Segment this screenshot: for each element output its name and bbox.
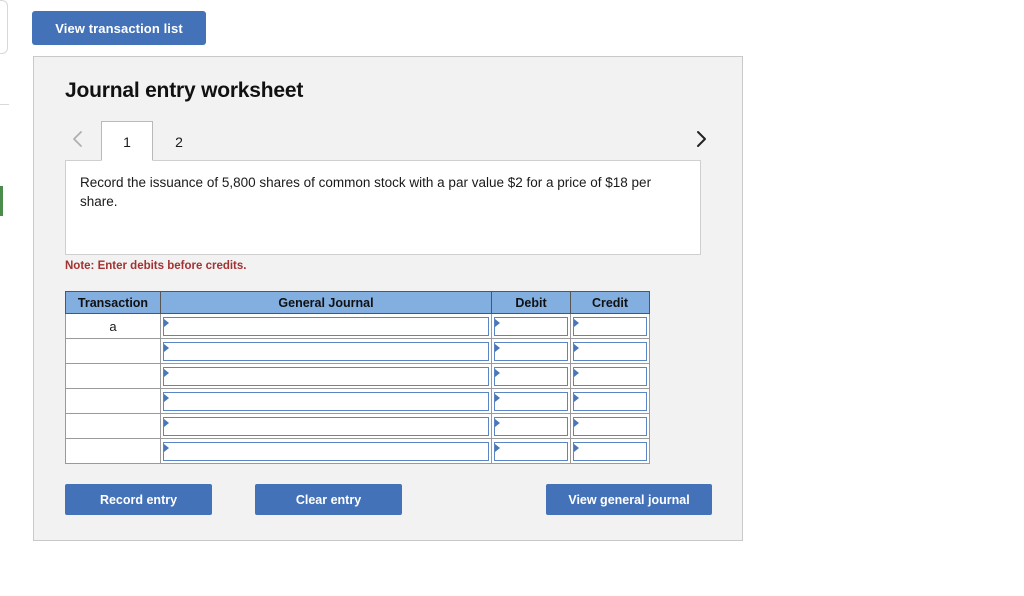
table-row <box>65 388 650 414</box>
tab-1[interactable]: 1 <box>101 121 153 161</box>
transaction-label-cell <box>65 363 161 389</box>
column-header-credit: Credit <box>570 291 650 314</box>
column-header-debit: Debit <box>491 291 571 314</box>
chevron-right-icon <box>696 131 706 147</box>
journal-table-body: a <box>65 313 650 464</box>
debit-input[interactable] <box>494 366 568 386</box>
table-row <box>65 338 650 364</box>
credit-cell <box>570 413 650 439</box>
debit-cell <box>491 338 571 364</box>
table-row <box>65 413 650 439</box>
column-header-transaction: Transaction <box>65 291 161 314</box>
clipped-card-sliver <box>0 0 8 54</box>
worksheet-tab-strip: 1 2 <box>65 119 713 161</box>
credit-cell <box>570 388 650 414</box>
table-row <box>65 438 650 464</box>
transaction-prompt-box: Record the issuance of 5,800 shares of c… <box>65 160 701 255</box>
debit-cell <box>491 363 571 389</box>
record-entry-button[interactable]: Record entry <box>65 484 212 515</box>
transaction-label-cell <box>65 438 161 464</box>
transaction-label-cell: a <box>65 313 161 339</box>
general-journal-cell <box>160 438 492 464</box>
debit-cell <box>491 313 571 339</box>
account-select[interactable] <box>163 416 489 436</box>
credit-input[interactable] <box>573 366 647 386</box>
account-select[interactable] <box>163 316 489 336</box>
debit-cell <box>491 388 571 414</box>
view-transaction-list-button[interactable]: View transaction list <box>32 11 206 45</box>
credit-cell <box>570 338 650 364</box>
debit-input[interactable] <box>494 316 568 336</box>
credit-cell <box>570 363 650 389</box>
table-header-row: Transaction General Journal Debit Credit <box>65 291 650 314</box>
clipped-divider <box>0 104 9 105</box>
general-journal-cell <box>160 388 492 414</box>
credit-input[interactable] <box>573 391 647 411</box>
account-select[interactable] <box>163 391 489 411</box>
clear-entry-button[interactable]: Clear entry <box>255 484 402 515</box>
column-header-general-journal: General Journal <box>160 291 492 314</box>
chevron-left-icon <box>72 131 82 147</box>
debit-input[interactable] <box>494 341 568 361</box>
table-row <box>65 363 650 389</box>
transaction-label-cell <box>65 388 161 414</box>
transaction-prompt-text: Record the issuance of 5,800 shares of c… <box>80 175 652 209</box>
previous-entry-button[interactable] <box>65 122 89 156</box>
debit-input[interactable] <box>494 441 568 461</box>
general-journal-cell <box>160 338 492 364</box>
credit-cell <box>570 438 650 464</box>
next-entry-button[interactable] <box>689 122 713 156</box>
view-general-journal-button[interactable]: View general journal <box>546 484 712 515</box>
debits-before-credits-note: Note: Enter debits before credits. <box>65 260 247 272</box>
credit-cell <box>570 313 650 339</box>
account-select[interactable] <box>163 341 489 361</box>
debit-cell <box>491 413 571 439</box>
credit-input[interactable] <box>573 416 647 436</box>
credit-input[interactable] <box>573 316 647 336</box>
clipped-green-accent-bar <box>0 186 3 216</box>
transaction-label-cell <box>65 413 161 439</box>
transaction-label-cell <box>65 338 161 364</box>
page-title: Journal entry worksheet <box>65 79 304 102</box>
tab-2[interactable]: 2 <box>153 121 205 161</box>
account-select[interactable] <box>163 441 489 461</box>
journal-entry-worksheet-panel: Journal entry worksheet 1 2 Record the i… <box>33 56 743 541</box>
debit-cell <box>491 438 571 464</box>
debit-input[interactable] <box>494 416 568 436</box>
table-row: a <box>65 313 650 339</box>
general-journal-cell <box>160 413 492 439</box>
account-select[interactable] <box>163 366 489 386</box>
credit-input[interactable] <box>573 341 647 361</box>
credit-input[interactable] <box>573 441 647 461</box>
debit-input[interactable] <box>494 391 568 411</box>
worksheet-tabs: 1 2 <box>101 119 205 161</box>
general-journal-table: Transaction General Journal Debit Credit… <box>65 291 650 464</box>
general-journal-cell <box>160 363 492 389</box>
general-journal-cell <box>160 313 492 339</box>
